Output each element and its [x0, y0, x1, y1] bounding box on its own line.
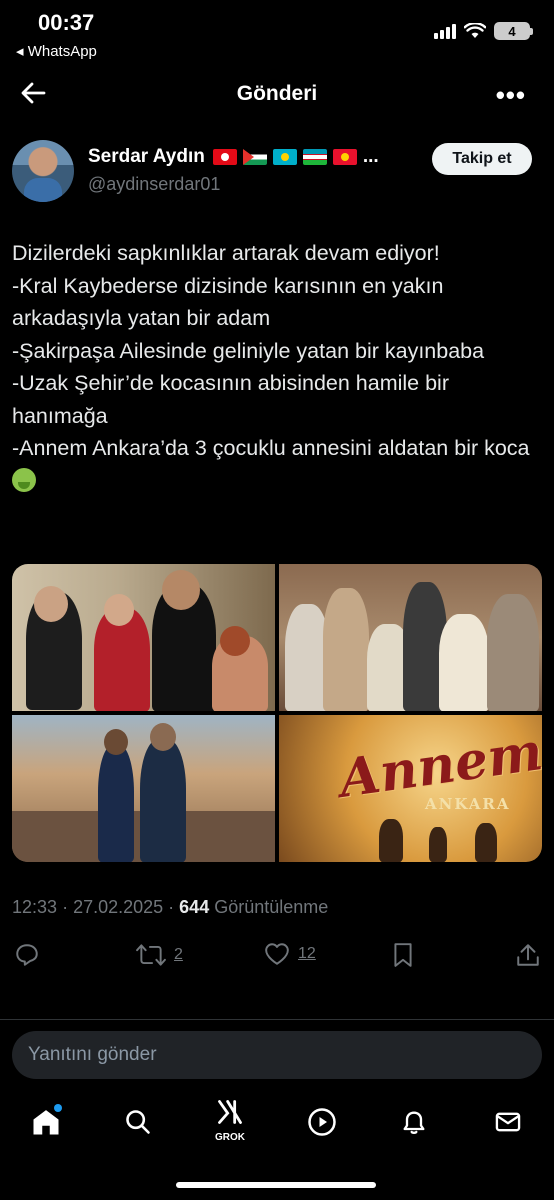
tweet-time: 12:33: [12, 897, 58, 917]
poster-subtitle: ANKARA: [425, 795, 511, 813]
mail-icon: [495, 1112, 521, 1132]
bottom-nav: GROK: [0, 1092, 554, 1152]
kral-kaybederse-photo[interactable]: [12, 564, 275, 711]
view-count: 644: [179, 897, 210, 917]
status-bar: 00:37 ◂ WhatsApp 4: [0, 0, 554, 68]
reply-button[interactable]: [14, 942, 40, 968]
share-icon: [517, 944, 539, 966]
nav-grok[interactable]: GROK: [210, 1100, 250, 1143]
like-button[interactable]: 12: [264, 942, 316, 966]
bell-icon: [403, 1111, 425, 1134]
uzak-sehir-photo[interactable]: [12, 715, 275, 862]
tweet-body: Dizilerdeki sapkınlıklar artarak devam e…: [12, 241, 530, 460]
retweet-button[interactable]: 2: [136, 942, 183, 968]
sakirpasa-ailesi-photo[interactable]: [279, 564, 542, 711]
bookmark-button[interactable]: [392, 942, 414, 968]
bookmark-icon: [394, 943, 412, 967]
reply-input[interactable]: Yanıtını gönder: [12, 1031, 542, 1079]
grok-label: GROK: [215, 1132, 245, 1143]
kyrgyzstan-flag-icon: [332, 149, 357, 165]
author-name[interactable]: Serdar Aydın: [88, 146, 205, 168]
annem-ankara-poster[interactable]: Annem ANKARA: [279, 715, 542, 862]
page-title: Gönderi: [236, 82, 318, 105]
play-circle-icon: [308, 1108, 336, 1136]
tweet-date: 27.02.2025: [73, 897, 164, 917]
notification-dot: [54, 1104, 62, 1112]
author-name-row[interactable]: Serdar Aydın ...: [88, 146, 379, 168]
cellular-signal-icon: [434, 23, 456, 39]
heart-icon: [265, 943, 289, 965]
palestine-flag-icon: [242, 149, 267, 165]
status-icons: 4: [434, 22, 533, 40]
status-time: 00:37: [38, 10, 95, 35]
media-grid: Annem ANKARA: [12, 564, 542, 862]
search-icon: [126, 1110, 150, 1134]
battery-icon: 4: [494, 22, 533, 40]
grok-icon: [218, 1100, 242, 1124]
wifi-icon: [464, 23, 486, 38]
turkey-flag-icon: [212, 149, 237, 165]
divider: [0, 1019, 554, 1020]
share-button[interactable]: [516, 942, 540, 968]
nav-home[interactable]: [26, 1102, 66, 1142]
tweet-meta: 12:33 · 27.02.2025 · 644 Görüntülenme: [12, 897, 329, 917]
uzbekistan-flag-icon: [302, 149, 327, 165]
top-header: Gönderi •••: [0, 72, 554, 118]
retweet-count[interactable]: 2: [174, 946, 183, 964]
author-handle[interactable]: @aydinserdar01: [88, 174, 220, 195]
nav-messages[interactable]: [488, 1102, 528, 1142]
flag-list: ...: [212, 146, 379, 168]
retweet-icon: [136, 944, 166, 966]
nav-notifications[interactable]: [394, 1102, 434, 1142]
like-count[interactable]: 12: [298, 945, 316, 963]
home-indicator[interactable]: [176, 1182, 376, 1188]
views-label: Görüntülenme: [214, 897, 329, 917]
back-to-whatsapp-link[interactable]: ◂ WhatsApp: [16, 42, 97, 60]
nauseated-face-icon: [12, 467, 36, 492]
more-options-icon[interactable]: •••: [496, 80, 526, 111]
action-bar: 2 12: [0, 938, 554, 978]
reply-icon: [16, 944, 38, 966]
nav-video[interactable]: [302, 1102, 342, 1142]
tweet-text: Dizilerdeki sapkınlıklar artarak devam e…: [12, 237, 542, 497]
avatar[interactable]: [12, 140, 74, 202]
name-ellipsis: ...: [362, 146, 379, 167]
follow-button[interactable]: Takip et: [432, 143, 532, 175]
nav-search[interactable]: [118, 1102, 158, 1142]
kazakhstan-flag-icon: [272, 149, 297, 165]
